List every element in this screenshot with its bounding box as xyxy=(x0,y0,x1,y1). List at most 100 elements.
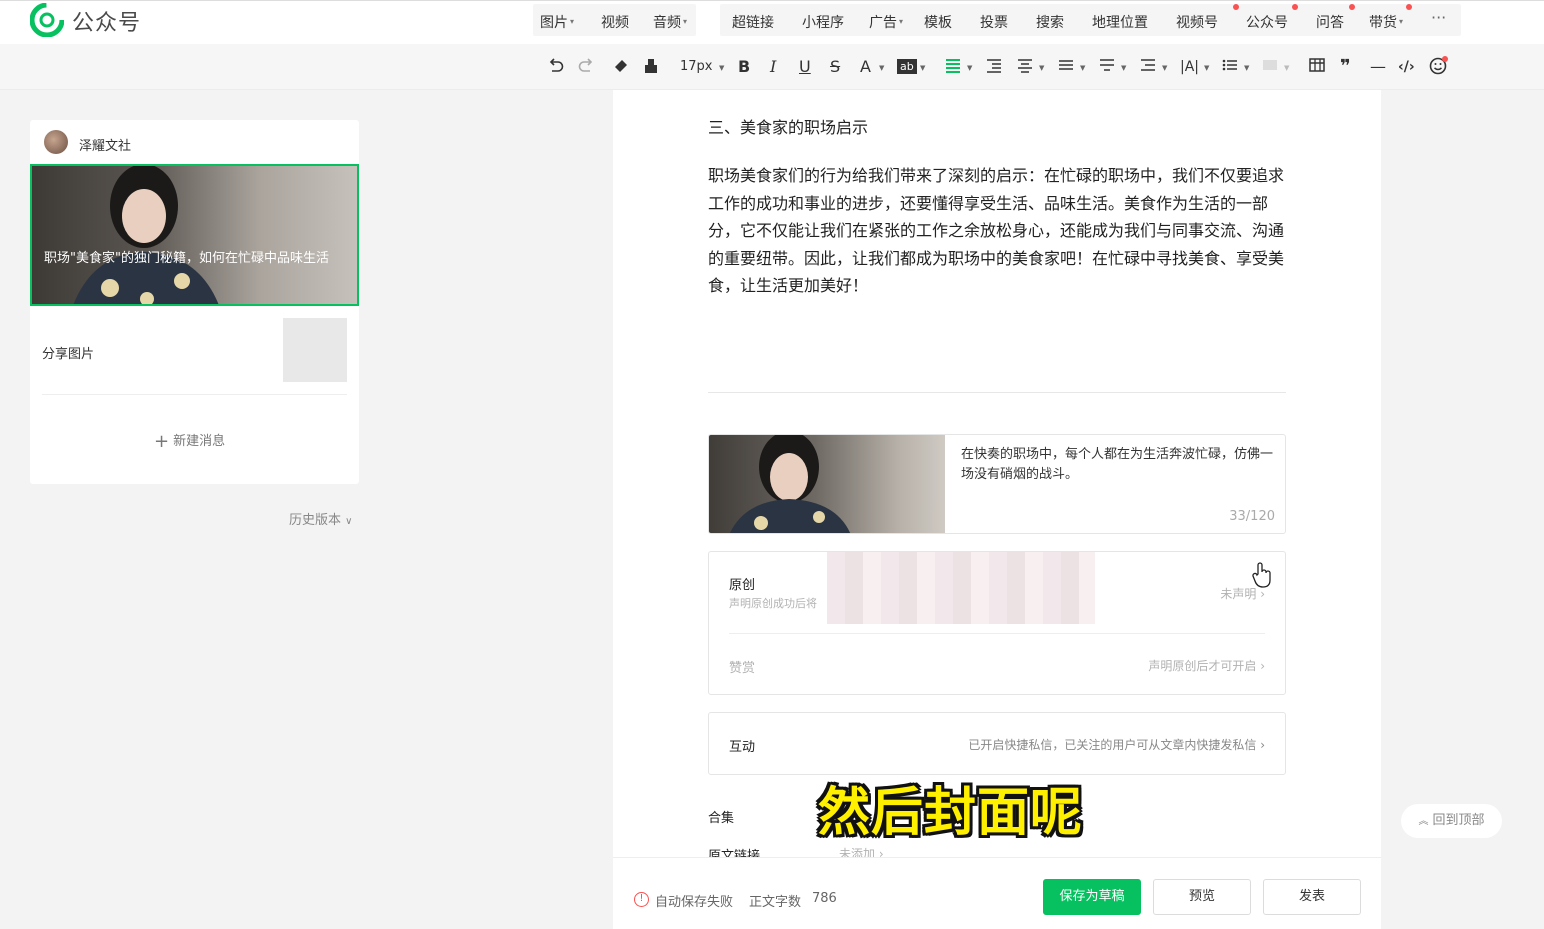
collection-label[interactable]: 合集 xyxy=(708,807,734,826)
history-version-link[interactable]: 历史版本 ∨ xyxy=(289,509,352,528)
letter-spacing-caret: ▼ xyxy=(1204,64,1210,72)
underline-button[interactable]: U xyxy=(799,57,811,77)
digest-text[interactable]: 在快奏的职场中，每个人都在为生活奔波忙碌，仿佛一场没有硝烟的战斗。 xyxy=(961,445,1279,485)
center-align-icon[interactable] xyxy=(1017,57,1033,73)
code-icon[interactable]: ‹/› xyxy=(1398,57,1415,77)
align-left-icon[interactable] xyxy=(945,57,961,73)
blurred-region xyxy=(827,552,1095,624)
table-icon[interactable] xyxy=(1309,57,1325,73)
insert-link-button[interactable]: 超链接 xyxy=(732,12,774,32)
digest-char-count: 33/120 xyxy=(1229,509,1275,524)
interaction-settings-card[interactable]: 互动 已开启快捷私信，已关注的用户可从文章内快捷发私信 › xyxy=(708,712,1286,775)
paragraph-spacing-caret: ▼ xyxy=(1121,64,1127,72)
font-size-caret: ▼ xyxy=(719,64,725,72)
redo-icon[interactable] xyxy=(577,57,595,75)
word-count-label: 正文字数 xyxy=(749,895,802,910)
paragraph-spacing-icon[interactable] xyxy=(1099,57,1115,73)
account-name: 泽耀文社 xyxy=(79,139,132,154)
eraser-icon[interactable] xyxy=(612,57,630,75)
insert-miniprogram-button[interactable]: 小程序 xyxy=(802,12,844,32)
original-description: 声明原创成功后将 xyxy=(729,597,817,610)
article-paragraph[interactable]: 职场美食家们的行为给我们带来了深刻的启示：在忙碌的职场中，我们不仅要追求工作的成… xyxy=(708,162,1288,300)
word-count-value: 786 xyxy=(812,891,837,906)
line-height-caret: ▼ xyxy=(1080,64,1086,72)
list-caret: ▼ xyxy=(1244,64,1250,72)
float-image-icon xyxy=(1262,57,1278,73)
qa-new-dot xyxy=(1349,4,1355,10)
content-divider xyxy=(708,392,1286,393)
account-new-dot xyxy=(1292,4,1298,10)
plus-icon: + xyxy=(154,431,170,452)
insert-vote-button[interactable]: 投票 xyxy=(980,12,1008,32)
emoji-new-dot xyxy=(1442,56,1448,62)
indent-icon[interactable] xyxy=(986,57,1002,73)
section-heading[interactable]: 三、美食家的职场启示 xyxy=(708,114,868,138)
channels-new-dot xyxy=(1233,4,1239,10)
interaction-status-link[interactable]: 已开启快捷私信，已关注的用户可从文章内快捷发私信 › xyxy=(968,736,1265,753)
media-insert-group: 图片 ▾ 视频 音频 ▾ xyxy=(533,4,696,36)
divider xyxy=(42,394,347,395)
strikethrough-button[interactable]: S xyxy=(830,57,840,77)
digest-cover-image[interactable] xyxy=(709,435,945,533)
preview-button[interactable]: 预览 xyxy=(1153,879,1251,915)
more-menu-button[interactable]: ··· xyxy=(1431,8,1446,27)
format-painter-icon[interactable] xyxy=(643,57,659,75)
article-cover-card[interactable]: 职场"美食家"的独门秘籍，如何在忙碌中品味生活 xyxy=(30,164,359,306)
insert-video-button[interactable]: 视频 xyxy=(601,12,629,32)
letter-spacing-button[interactable]: |A| xyxy=(1180,57,1199,77)
float-image-caret: ▼ xyxy=(1284,64,1290,72)
top-bar: 公众号 图片 ▾ 视频 音频 ▾ 超链接 小程序 广告 ▾ 模板 投票 搜索 地理位置… xyxy=(0,0,1544,44)
bg-color-caret: ▼ xyxy=(920,64,926,72)
insert-audio-menu[interactable]: 音频 ▾ xyxy=(653,12,687,32)
chevron-up-icon: ︽ xyxy=(1418,816,1429,827)
cover-photo xyxy=(73,166,219,304)
quote-icon[interactable]: ❞ xyxy=(1340,57,1351,77)
account-avatar xyxy=(44,130,68,154)
indent-list-icon[interactable] xyxy=(1140,57,1156,73)
undo-icon[interactable] xyxy=(547,57,565,75)
goods-new-dot xyxy=(1406,4,1412,10)
reward-title: 赞赏 xyxy=(729,661,756,676)
insert-account-button[interactable]: 公众号 xyxy=(1246,12,1288,32)
new-message-button[interactable]: + 新建消息 xyxy=(154,430,225,452)
autosave-status: 自动保存失败 xyxy=(655,895,734,910)
video-subtitle-overlay: 然后封面呢 xyxy=(818,783,1084,843)
share-image-thumbnail[interactable] xyxy=(283,318,347,382)
insert-qa-button[interactable]: 问答 xyxy=(1316,12,1344,32)
save-draft-button[interactable]: 保存为草稿 xyxy=(1043,879,1141,915)
tools-insert-group: 超链接 小程序 广告 ▾ 模板 投票 搜索 地理位置 视频号 公众号 问答 带货 ▾… xyxy=(720,4,1461,36)
list-icon[interactable] xyxy=(1222,57,1238,73)
indent-list-caret: ▼ xyxy=(1162,64,1168,72)
center-caret: ▼ xyxy=(1039,64,1045,72)
font-color-button[interactable]: A xyxy=(860,57,871,77)
insert-location-button[interactable]: 地理位置 xyxy=(1092,12,1148,32)
wechat-mp-logo-icon xyxy=(30,3,64,37)
original-settings-card: 原创 声明原创成功后将 未声明 › 赞赏 声明原创后才可开启 › xyxy=(708,551,1286,695)
align-caret: ▼ xyxy=(967,64,973,72)
share-image-label[interactable]: 分享图片 xyxy=(42,343,94,362)
chevron-down-icon: ∨ xyxy=(345,516,353,527)
font-size-select[interactable]: 17px xyxy=(680,57,713,77)
digest-card: 在快奏的职场中，每个人都在为生活奔波忙碌，仿佛一场没有硝烟的战斗。 33/120 xyxy=(708,434,1286,534)
insert-search-button[interactable]: 搜索 xyxy=(1036,12,1064,32)
font-color-caret: ▼ xyxy=(879,64,885,72)
divider xyxy=(729,633,1265,634)
insert-channels-button[interactable]: 视频号 xyxy=(1176,12,1218,32)
insert-ad-menu[interactable]: 广告 ▾ xyxy=(869,12,903,32)
warning-icon: ! xyxy=(634,892,649,907)
bold-button[interactable]: B xyxy=(738,57,750,77)
original-title: 原创 xyxy=(729,578,756,593)
insert-image-menu[interactable]: 图片 ▾ xyxy=(540,12,574,32)
publish-button[interactable]: 发表 xyxy=(1263,879,1361,915)
background-color-button[interactable]: ab xyxy=(897,59,917,74)
reward-status-link[interactable]: 声明原创后才可开启 › xyxy=(1148,657,1265,674)
italic-button[interactable]: I xyxy=(770,57,776,77)
insert-template-button[interactable]: 模板 xyxy=(924,12,952,32)
insert-goods-menu[interactable]: 带货 ▾ xyxy=(1369,12,1403,32)
cover-title: 职场"美食家"的独门秘籍，如何在忙碌中品味生活 xyxy=(44,251,329,266)
horizontal-rule-button[interactable]: — xyxy=(1370,57,1386,77)
line-height-icon[interactable] xyxy=(1058,57,1074,73)
hand-cursor-icon xyxy=(1252,562,1271,588)
back-to-top-button[interactable]: ︽ 回到顶部 xyxy=(1401,804,1502,838)
format-toolbar: 17px ▼ B I U S A ▼ ab ▼ ▼ ▼ ▼ ▼ ▼ |A| ▼ … xyxy=(0,44,1544,90)
